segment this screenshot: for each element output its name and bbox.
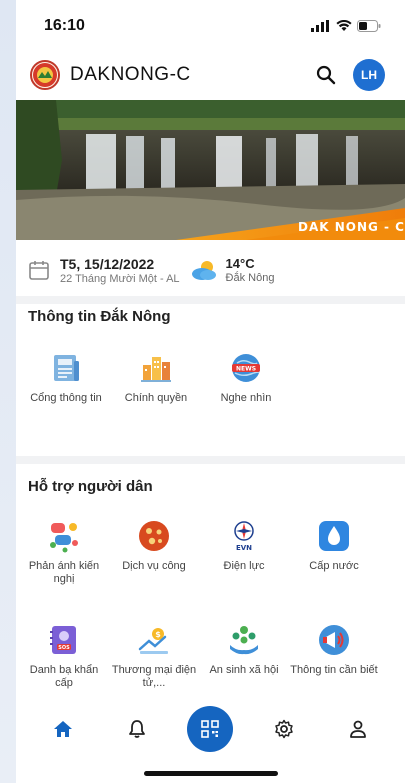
grid-label: Cổng thông tin [30, 392, 102, 404]
app-logo [30, 60, 60, 90]
nav-notifications[interactable] [112, 709, 162, 749]
grid-label: Nghe nhìn [220, 392, 272, 404]
sos-phonebook-icon: SOS [46, 622, 82, 658]
grid-item-social-welfare[interactable]: An sinh xã hội [200, 622, 288, 677]
section-divider [16, 296, 405, 304]
grid-item-media[interactable]: NEWS Nghe nhìn [202, 350, 290, 405]
banner-caption: DAK NONG - C [297, 220, 405, 234]
grid-label: Cấp nước [309, 560, 359, 572]
weather-location: Đắk Nông [225, 272, 275, 284]
gear-icon [275, 719, 294, 739]
date-weather-row: T5, 15/12/2022 22 Tháng Mười Một - AL 14… [16, 244, 405, 296]
qr-scan-button[interactable] [187, 706, 234, 752]
calendar-icon [29, 261, 49, 280]
grid-label: Điện lực [223, 560, 265, 572]
grid-item-portal[interactable]: Cổng thông tin [22, 350, 110, 405]
emblem-icon [33, 63, 57, 87]
grid-label: Thương mại điện tử,... [111, 664, 197, 689]
weather-block: 14°C Đắk Nông [190, 256, 275, 284]
water-drop-icon [316, 518, 352, 554]
cellular-signal-icon [311, 20, 329, 32]
public-service-icon [136, 518, 172, 554]
grid-item-public-service[interactable]: Dịch vụ công [110, 518, 198, 573]
date-lunar: 22 Tháng Mười Một - AL [60, 272, 180, 285]
status-icons [311, 20, 381, 32]
social-welfare-icon [226, 622, 262, 658]
bottom-navigation [16, 704, 405, 754]
search-icon [316, 65, 336, 85]
section-divider [16, 456, 405, 464]
phone-screen: 16:10 DAKNONG-C LH DAK NONG - C T5, 15/1… [16, 0, 405, 783]
grid-item-ecommerce[interactable]: $ Thương mại điện tử,... [110, 622, 198, 690]
section-title-support: Hỗ trợ người dân [28, 478, 153, 495]
home-icon [53, 721, 72, 737]
nav-qr-scan[interactable] [185, 706, 235, 752]
grid-item-government[interactable]: Chính quyền [112, 350, 200, 405]
grid-item-water[interactable]: Cấp nước [290, 518, 378, 573]
grid-label: Dịch vụ công [122, 560, 186, 572]
svg-text:EVN: EVN [236, 544, 252, 552]
background-decoration [0, 0, 16, 783]
status-bar: 16:10 [16, 0, 405, 52]
wifi-icon [336, 20, 352, 31]
banner-image[interactable]: DAK NONG - C [16, 100, 405, 240]
search-button[interactable] [311, 60, 341, 90]
date-block: T5, 15/12/2022 22 Tháng Mười Một - AL [60, 256, 180, 285]
grid-item-feedback[interactable]: Phản ánh kiến nghị [20, 518, 108, 586]
bell-icon [128, 720, 145, 738]
grid-item-need-to-know[interactable]: Thông tin cần biết [290, 622, 378, 677]
feedback-icon [46, 518, 82, 554]
svg-text:SOS: SOS [58, 645, 70, 651]
svg-text:$: $ [155, 630, 161, 639]
user-icon [350, 720, 366, 738]
grid-label: Thông tin cần biết [290, 664, 378, 676]
nav-profile[interactable] [333, 709, 383, 749]
date-solar: T5, 15/12/2022 [60, 255, 155, 272]
svg-text:NEWS: NEWS [236, 366, 256, 373]
grid-label: Danh bạ khẩn cấp [29, 664, 99, 689]
ecommerce-icon: $ [136, 622, 172, 658]
user-avatar[interactable]: LH [353, 59, 385, 91]
app-header: DAKNONG-C LH [16, 52, 405, 98]
grid-label: Phản ánh kiến nghị [28, 560, 100, 585]
newspaper-icon [48, 350, 84, 386]
waterfall-landscape-image [16, 100, 405, 240]
nav-home[interactable] [38, 709, 88, 749]
partly-cloudy-icon [191, 261, 216, 280]
nav-settings[interactable] [259, 709, 309, 749]
grid-label: Chính quyền [124, 392, 188, 404]
megaphone-icon [316, 622, 352, 658]
section-title-info: Thông tin Đắk Nông [28, 308, 171, 325]
news-globe-icon: NEWS [228, 350, 264, 386]
grid-item-electricity[interactable]: EVN Điện lực [200, 518, 288, 573]
battery-icon [357, 20, 381, 32]
temperature: 14°C [225, 256, 255, 271]
home-indicator[interactable] [144, 771, 278, 776]
grid-item-emergency[interactable]: SOS Danh bạ khẩn cấp [20, 622, 108, 690]
grid-label: An sinh xã hội [209, 664, 279, 676]
evn-electric-icon: EVN [226, 518, 262, 554]
city-building-icon [138, 350, 174, 386]
app-title: DAKNONG-C [70, 64, 191, 85]
qr-code-icon [201, 720, 220, 738]
status-time: 16:10 [44, 17, 85, 34]
